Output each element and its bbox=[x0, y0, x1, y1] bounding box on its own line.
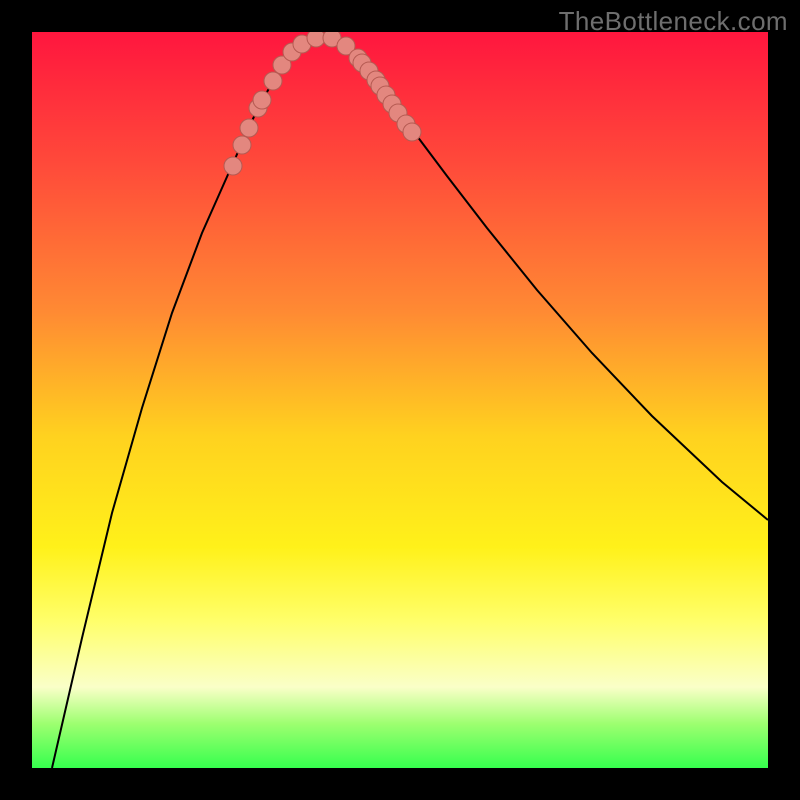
bottleneck-curve bbox=[52, 38, 768, 768]
chart-frame: TheBottleneck.com bbox=[0, 0, 800, 800]
highlight-dot bbox=[224, 157, 242, 175]
watermark-text: TheBottleneck.com bbox=[559, 6, 788, 37]
highlight-dot bbox=[240, 119, 258, 137]
highlight-dot bbox=[264, 72, 282, 90]
chart-svg bbox=[32, 32, 768, 768]
highlight-dot bbox=[403, 123, 421, 141]
highlight-dot bbox=[253, 91, 271, 109]
plot-area bbox=[32, 32, 768, 768]
highlight-dot bbox=[233, 136, 251, 154]
highlight-dot bbox=[307, 32, 325, 47]
highlight-dots bbox=[224, 32, 421, 175]
